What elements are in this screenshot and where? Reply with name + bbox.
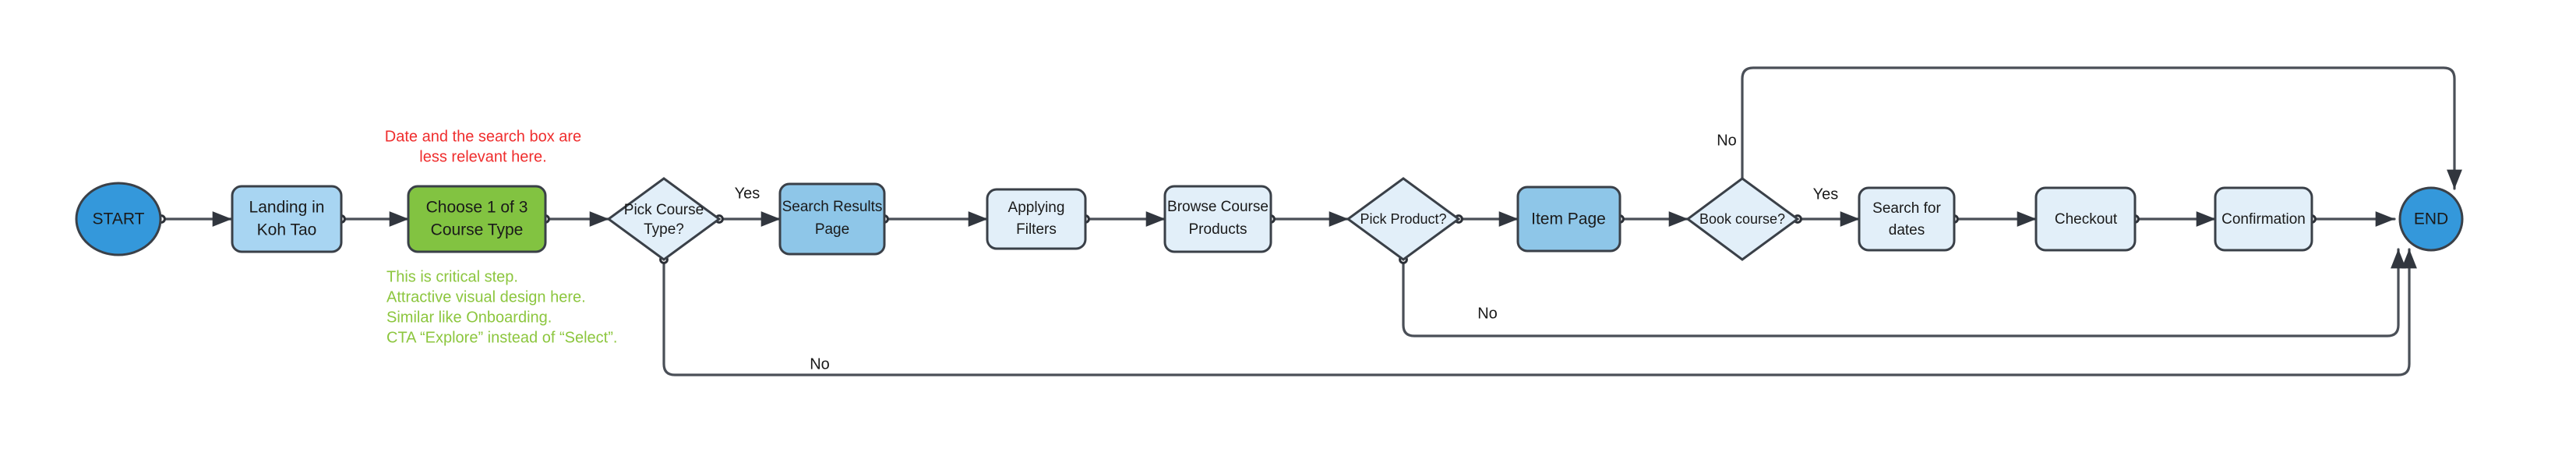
flowchart-canvas: START Landing in Koh Tao Choose 1 of 3 C… [0, 0, 2576, 470]
end-circle[interactable] [2398, 186, 2464, 252]
annotation-green-note: This is critical step. Attractive visual… [386, 268, 617, 346]
green-note-line1: This is critical step. [386, 268, 518, 285]
search-dates-rect[interactable] [1858, 186, 1956, 252]
node-browse-course-products[interactable]: Browse Course Products [1163, 185, 1272, 253]
choose-course-rect[interactable] [407, 185, 547, 253]
green-note-line4: CTA “Explore” instead of “Select”. [386, 329, 617, 346]
edge-pick-course-type-no [662, 248, 2417, 376]
node-start[interactable]: START [75, 182, 162, 256]
node-landing-in-koh-tao[interactable]: Landing in Koh Tao [231, 185, 343, 253]
flowchart-svg: START Landing in Koh Tao Choose 1 of 3 C… [75, 66, 2464, 376]
edge-label-book-course-no: No [1717, 132, 1737, 149]
node-pick-course-type[interactable]: Pick Course Type? [606, 177, 722, 261]
red-note-line1: Date and the search box are [385, 128, 581, 145]
checkout-rect[interactable] [2034, 186, 2137, 252]
annotation-red-note: Date and the search box are less relevan… [385, 128, 581, 165]
node-applying-filters[interactable]: Applying Filters [986, 188, 1087, 250]
node-choose-course-type[interactable]: Choose 1 of 3 Course Type [407, 185, 547, 253]
node-end[interactable]: END [2398, 186, 2464, 252]
item-page-rect[interactable] [1516, 186, 1621, 253]
red-note-line2: less relevant here. [419, 148, 546, 165]
book-course-diamond[interactable] [1685, 177, 1800, 261]
pick-product-diamond[interactable] [1346, 177, 1461, 261]
edge-label-pick-course-type-yes: Yes [735, 185, 760, 202]
node-pick-product[interactable]: Pick Product? [1346, 177, 1461, 261]
search-results-rect[interactable] [778, 182, 886, 256]
green-note-line2: Attractive visual design here. [386, 288, 586, 306]
node-checkout[interactable]: Checkout [2034, 186, 2137, 252]
applying-filters-rect[interactable] [986, 188, 1087, 250]
browse-products-rect[interactable] [1163, 185, 1272, 253]
confirmation-rect[interactable] [2214, 186, 2313, 252]
node-search-results-page[interactable]: Search Results Page [778, 182, 886, 256]
node-book-course[interactable]: Book course? [1685, 177, 1800, 261]
green-note-line3: Similar like Onboarding. [386, 309, 552, 326]
edge-book-course-no [1741, 66, 2462, 190]
edge-label-pick-product-no: No [1477, 305, 1498, 322]
node-item-page[interactable]: Item Page [1516, 186, 1621, 253]
landing-rect[interactable] [231, 185, 343, 253]
node-confirmation[interactable]: Confirmation [2214, 186, 2313, 252]
pick-course-type-diamond[interactable] [606, 177, 722, 261]
edge-label-pick-course-type-no: No [810, 355, 830, 373]
start-ellipse[interactable] [75, 182, 162, 256]
edge-label-book-course-yes: Yes [1813, 186, 1839, 203]
node-search-for-dates[interactable]: Search for dates [1858, 186, 1956, 252]
edge-pick-product-no [1402, 248, 2406, 337]
